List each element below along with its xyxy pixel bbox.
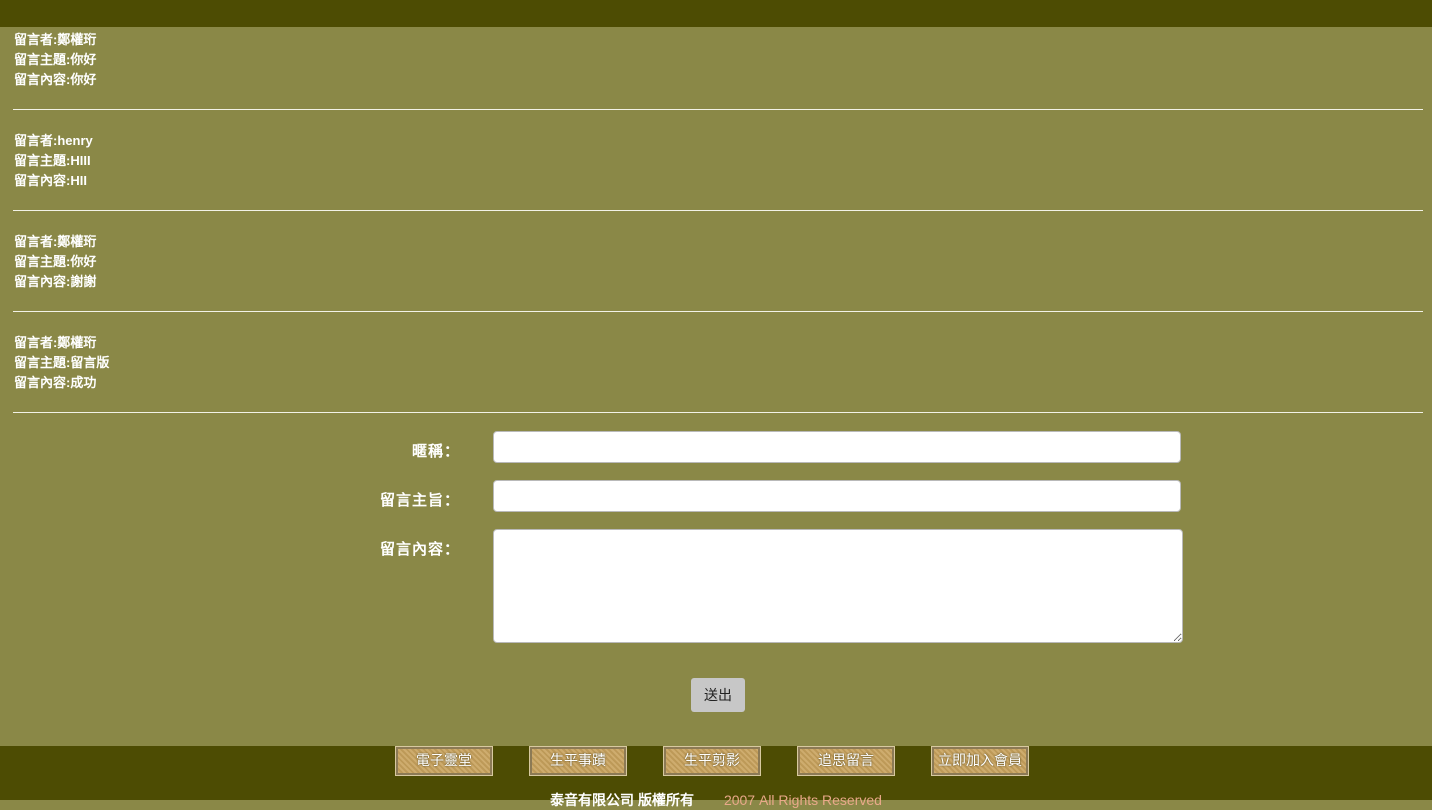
message-subject: 留言主題:留言版 bbox=[14, 355, 110, 370]
nav-button-photo-album[interactable]: 生平剪影 bbox=[663, 746, 761, 776]
message-content: 留言內容:HII bbox=[14, 173, 87, 188]
message-item: 留言者:henry 留言主題:HIII 留言內容:HII bbox=[13, 131, 1423, 232]
nav-button-join-member[interactable]: 立即加入會員 bbox=[931, 746, 1029, 776]
message-divider bbox=[13, 210, 1423, 211]
copyright-rights: 2007 All Rights Reserved bbox=[723, 792, 882, 808]
message-subject: 留言主題:HIII bbox=[14, 153, 91, 168]
message-author: 留言者:鄭權珩 bbox=[14, 335, 97, 350]
message-content: 留言內容:成功 bbox=[14, 375, 97, 390]
subject-input[interactable] bbox=[493, 480, 1181, 512]
message-item: 留言者:鄭權珩 留言主題:你好 留言內容:謝謝 bbox=[13, 232, 1423, 333]
nickname-input[interactable] bbox=[493, 431, 1181, 463]
message-item: 留言者:鄭權珩 留言主題:留言版 留言內容:成功 bbox=[13, 333, 1423, 434]
message-content: 留言內容:謝謝 bbox=[14, 274, 97, 289]
message-subject: 留言主題:你好 bbox=[14, 52, 97, 67]
nickname-label: 暱稱： bbox=[411, 443, 460, 460]
message-divider bbox=[13, 412, 1423, 413]
nav-button-memorial-messages[interactable]: 追思留言 bbox=[797, 746, 895, 776]
nav-button-memorial-hall[interactable]: 電子靈堂 bbox=[395, 746, 493, 776]
subject-label: 留言主旨： bbox=[379, 492, 460, 509]
copyright-text: 泰音有限公司 版權所有 2007 All Rights Reserved bbox=[0, 790, 1432, 810]
message-divider bbox=[13, 311, 1423, 312]
content-textarea[interactable] bbox=[493, 529, 1183, 643]
message-author: 留言者:henry bbox=[14, 133, 93, 148]
copyright-company: 泰音有限公司 版權所有 bbox=[550, 792, 694, 808]
submit-button[interactable]: 送出 bbox=[691, 678, 745, 712]
message-content: 留言內容:你好 bbox=[14, 72, 97, 87]
nav-button-life-story[interactable]: 生平事蹟 bbox=[529, 746, 627, 776]
message-author: 留言者:鄭權珩 bbox=[14, 32, 97, 47]
message-item: 留言者:鄭權珩 留言主題:你好 留言內容:你好 bbox=[13, 30, 1423, 131]
message-subject: 留言主題:你好 bbox=[14, 254, 97, 269]
message-author: 留言者:鄭權珩 bbox=[14, 234, 97, 249]
footer: 電子靈堂 生平事蹟 生平剪影 追思留言 立即加入會員 泰音有限公司 版權所有 20… bbox=[0, 746, 1432, 808]
message-divider bbox=[13, 109, 1423, 110]
content-label: 留言內容： bbox=[379, 541, 460, 558]
top-bar bbox=[0, 0, 1432, 27]
message-list: 留言者:鄭權珩 留言主題:你好 留言內容:你好 留言者:henry 留言主題:H… bbox=[13, 27, 1423, 431]
